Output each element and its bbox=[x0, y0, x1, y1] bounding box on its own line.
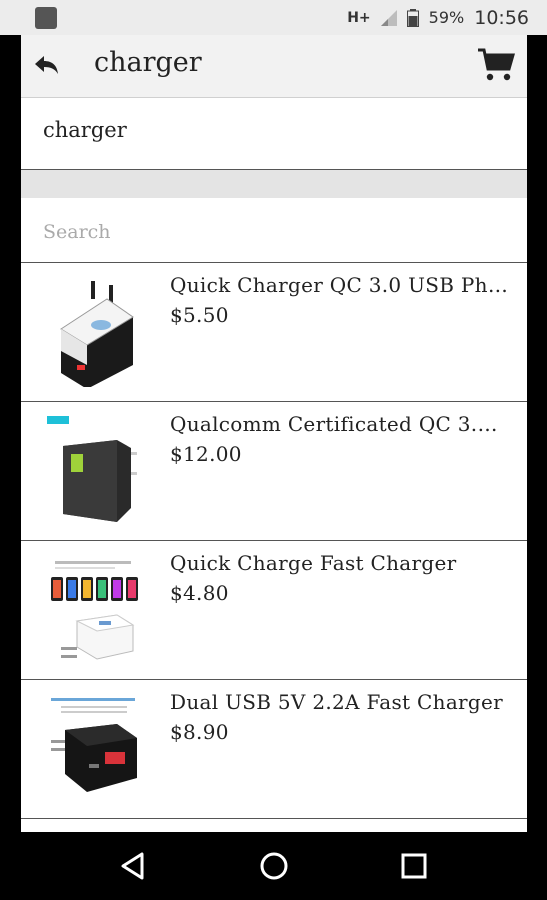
product-title: Qualcomm Certificated QC 3.0 ... bbox=[170, 412, 510, 436]
cart-icon[interactable] bbox=[477, 47, 515, 83]
product-item[interactable]: Quick Charge Fast Charger $4.80 bbox=[21, 541, 527, 680]
nav-home-icon[interactable] bbox=[258, 850, 290, 882]
search-bar bbox=[21, 198, 527, 263]
product-title: Dual USB 5V 2.2A Fast Charger bbox=[170, 690, 504, 714]
app-bar: charger bbox=[21, 35, 527, 98]
section-divider bbox=[21, 170, 527, 198]
status-icons: H+ 59% 10:56 bbox=[347, 0, 529, 35]
product-title: Quick Charge Fast Charger bbox=[170, 551, 457, 575]
page-title: charger bbox=[94, 47, 202, 78]
product-price: $4.80 bbox=[170, 581, 229, 605]
product-price: $5.50 bbox=[170, 303, 229, 327]
product-image bbox=[60, 281, 134, 387]
nav-back-icon[interactable] bbox=[118, 850, 150, 882]
product-image bbox=[51, 698, 137, 792]
product-list: Quick Charger QC 3.0 USB Pho... $5.50 Qu… bbox=[21, 263, 527, 819]
battery-percent: 59% bbox=[428, 8, 465, 27]
network-type: H+ bbox=[347, 9, 371, 26]
product-price: $12.00 bbox=[170, 442, 242, 466]
product-item[interactable]: Qualcomm Certificated QC 3.0 ... $12.00 bbox=[21, 402, 527, 541]
search-input[interactable] bbox=[41, 214, 505, 250]
clock: 10:56 bbox=[474, 6, 529, 29]
product-title: Quick Charger QC 3.0 USB Pho... bbox=[170, 273, 510, 297]
search-query-row[interactable]: charger bbox=[21, 98, 527, 170]
app-screen: charger charger Quick Charger QC 3 bbox=[21, 35, 527, 832]
search-query-text: charger bbox=[43, 118, 127, 142]
product-item[interactable]: Dual USB 5V 2.2A Fast Charger $8.90 bbox=[21, 680, 527, 819]
battery-icon bbox=[406, 8, 419, 27]
product-price: $8.90 bbox=[170, 720, 229, 744]
status-bar: H+ 59% 10:56 bbox=[0, 0, 547, 35]
system-nav-bar bbox=[0, 832, 547, 900]
product-image bbox=[51, 561, 138, 660]
signal-icon bbox=[380, 9, 397, 26]
back-arrow-icon[interactable] bbox=[31, 50, 63, 82]
product-item[interactable]: Quick Charger QC 3.0 USB Pho... $5.50 bbox=[21, 263, 527, 402]
product-image bbox=[47, 416, 137, 522]
notification-icon bbox=[35, 7, 57, 29]
nav-recents-icon[interactable] bbox=[398, 850, 430, 882]
